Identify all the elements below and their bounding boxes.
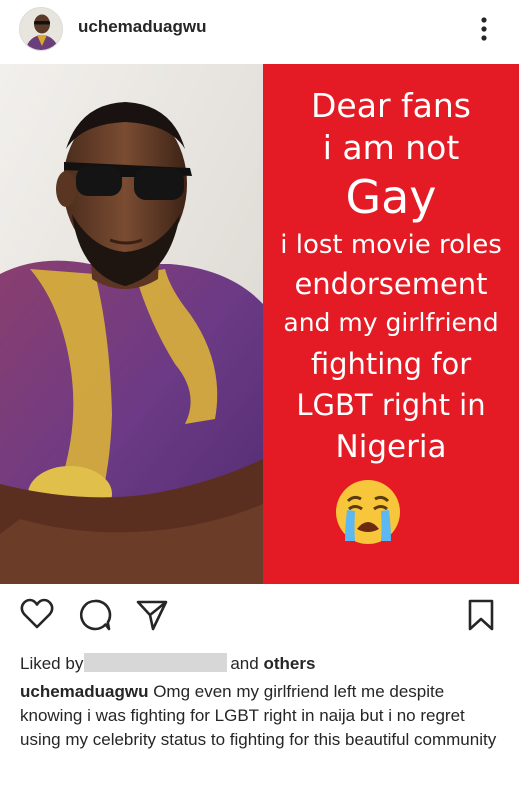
poster-line-3: Gay xyxy=(345,170,437,224)
comment-icon[interactable] xyxy=(78,598,112,637)
caption-username[interactable]: uchemaduagwu xyxy=(20,682,148,701)
likes-others-link[interactable]: others xyxy=(263,654,315,673)
crying-face-emoji xyxy=(333,477,403,547)
post-caption: uchemaduagwu Omg even my girlfriend left… xyxy=(20,680,510,752)
bookmark-icon[interactable] xyxy=(466,598,496,637)
paper-plane-icon[interactable] xyxy=(135,598,169,637)
liked-by-label: Liked by xyxy=(20,654,84,673)
poster-line-5: endorsement xyxy=(294,267,488,301)
man-portrait-photo xyxy=(0,64,263,584)
post-username[interactable]: uchemaduagwu xyxy=(78,17,206,37)
avatar-photo xyxy=(20,8,62,50)
likes-line: Liked by and others xyxy=(20,653,315,674)
profile-avatar[interactable] xyxy=(19,7,63,51)
poster-line-6: and my girlfriend xyxy=(283,308,499,337)
heart-icon[interactable] xyxy=(20,598,54,635)
more-vertical-icon[interactable] xyxy=(471,14,497,44)
poster-red-panel: Dear fans i am not Gay i lost movie role… xyxy=(263,64,519,584)
post-actions xyxy=(0,588,519,642)
post-image[interactable]: Dear fans i am not Gay i lost movie role… xyxy=(0,64,519,584)
likes-and-label: and xyxy=(230,654,259,673)
redacted-username xyxy=(84,653,228,672)
poster-line-8: LGBT right in xyxy=(296,388,486,422)
post-header: uchemaduagwu xyxy=(0,0,519,60)
poster-line-2: i am not xyxy=(322,128,460,167)
poster-line-4: i lost movie roles xyxy=(280,230,502,260)
poster-line-9: Nigeria xyxy=(335,429,447,465)
poster-line-7: fighting for xyxy=(310,347,472,381)
poster-line-1: Dear fans xyxy=(311,86,471,125)
